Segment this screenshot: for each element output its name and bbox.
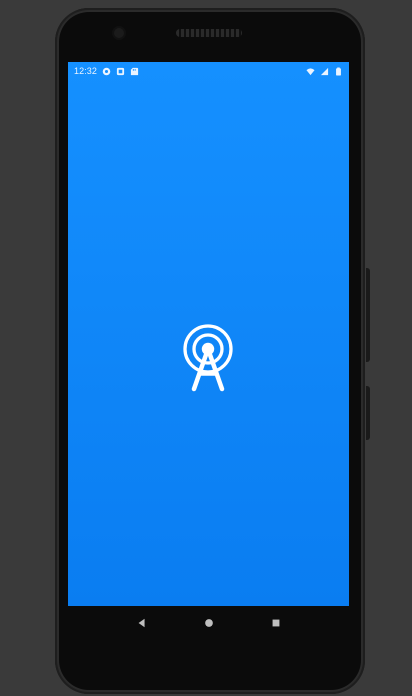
battery-icon [334, 67, 343, 76]
status-left-group: 12:32 [74, 66, 139, 76]
back-icon[interactable] [133, 614, 151, 632]
notification-icon [116, 67, 125, 76]
status-right-group [306, 67, 343, 76]
front-camera-icon [114, 28, 124, 38]
app-screen: 12:32 [68, 62, 349, 606]
recents-icon[interactable] [267, 614, 285, 632]
sd-card-icon [130, 67, 139, 76]
recording-icon [102, 67, 111, 76]
status-bar: 12:32 [68, 62, 349, 80]
status-time: 12:32 [74, 66, 98, 76]
broadcast-tower-icon [182, 320, 234, 394]
device-preview-stage: 12:32 [0, 0, 412, 696]
signal-icon [320, 67, 329, 76]
navigation-bar [68, 606, 349, 640]
volume-button [366, 268, 370, 362]
home-icon[interactable] [200, 614, 218, 632]
speaker-grille [176, 29, 242, 37]
power-button [366, 386, 370, 440]
wifi-icon [306, 67, 315, 76]
